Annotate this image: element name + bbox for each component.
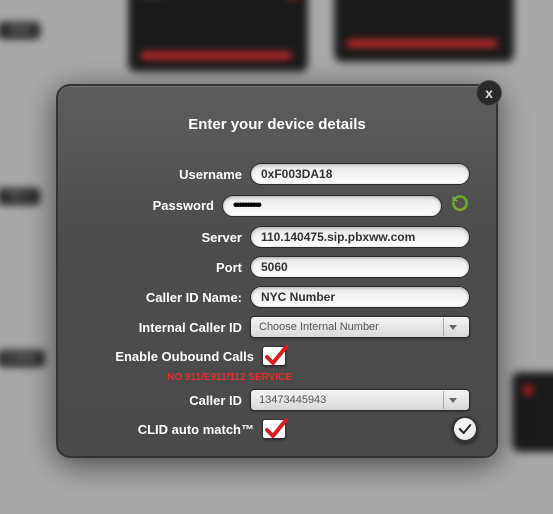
label-server: Server <box>84 230 250 245</box>
enable-outbound-checkbox[interactable] <box>262 346 286 366</box>
caller-id-name-input[interactable] <box>250 286 470 308</box>
submit-button[interactable] <box>452 416 478 442</box>
chevron-down-icon <box>443 391 461 409</box>
label-caller-id-name: Caller ID Name: <box>84 290 250 305</box>
clid-auto-checkbox[interactable] <box>262 419 286 439</box>
device-form: Username Password Server Port <box>84 163 470 439</box>
internal-caller-id-select[interactable]: Choose Internal Number <box>250 316 470 338</box>
device-details-modal: x Enter your device details Username Pas… <box>56 84 498 458</box>
internal-caller-id-value: Choose Internal Number <box>259 321 379 333</box>
check-icon <box>457 421 473 437</box>
chevron-down-icon <box>443 318 461 336</box>
port-input[interactable] <box>250 256 470 278</box>
label-internal-caller-id: Internal Caller ID <box>84 320 250 335</box>
label-password: Password <box>84 198 222 213</box>
close-button[interactable]: x <box>476 80 502 106</box>
server-input[interactable] <box>250 226 470 248</box>
modal-title: Enter your device details <box>84 116 470 133</box>
label-caller-id: Caller ID <box>84 393 250 408</box>
caller-id-select[interactable]: 13473445943 <box>250 389 470 411</box>
label-port: Port <box>84 260 250 275</box>
username-input[interactable] <box>250 163 470 185</box>
label-username: Username <box>84 167 250 182</box>
label-clid-auto: CLID auto match™ <box>84 422 262 437</box>
refresh-icon[interactable] <box>450 193 470 218</box>
label-enable-outbound: Enable Oubound Calls <box>84 349 262 364</box>
password-input[interactable] <box>222 195 442 217</box>
caller-id-value: 13473445943 <box>259 394 326 406</box>
no-911-warning: NO 911/E911/112 SERVICE <box>84 372 470 383</box>
